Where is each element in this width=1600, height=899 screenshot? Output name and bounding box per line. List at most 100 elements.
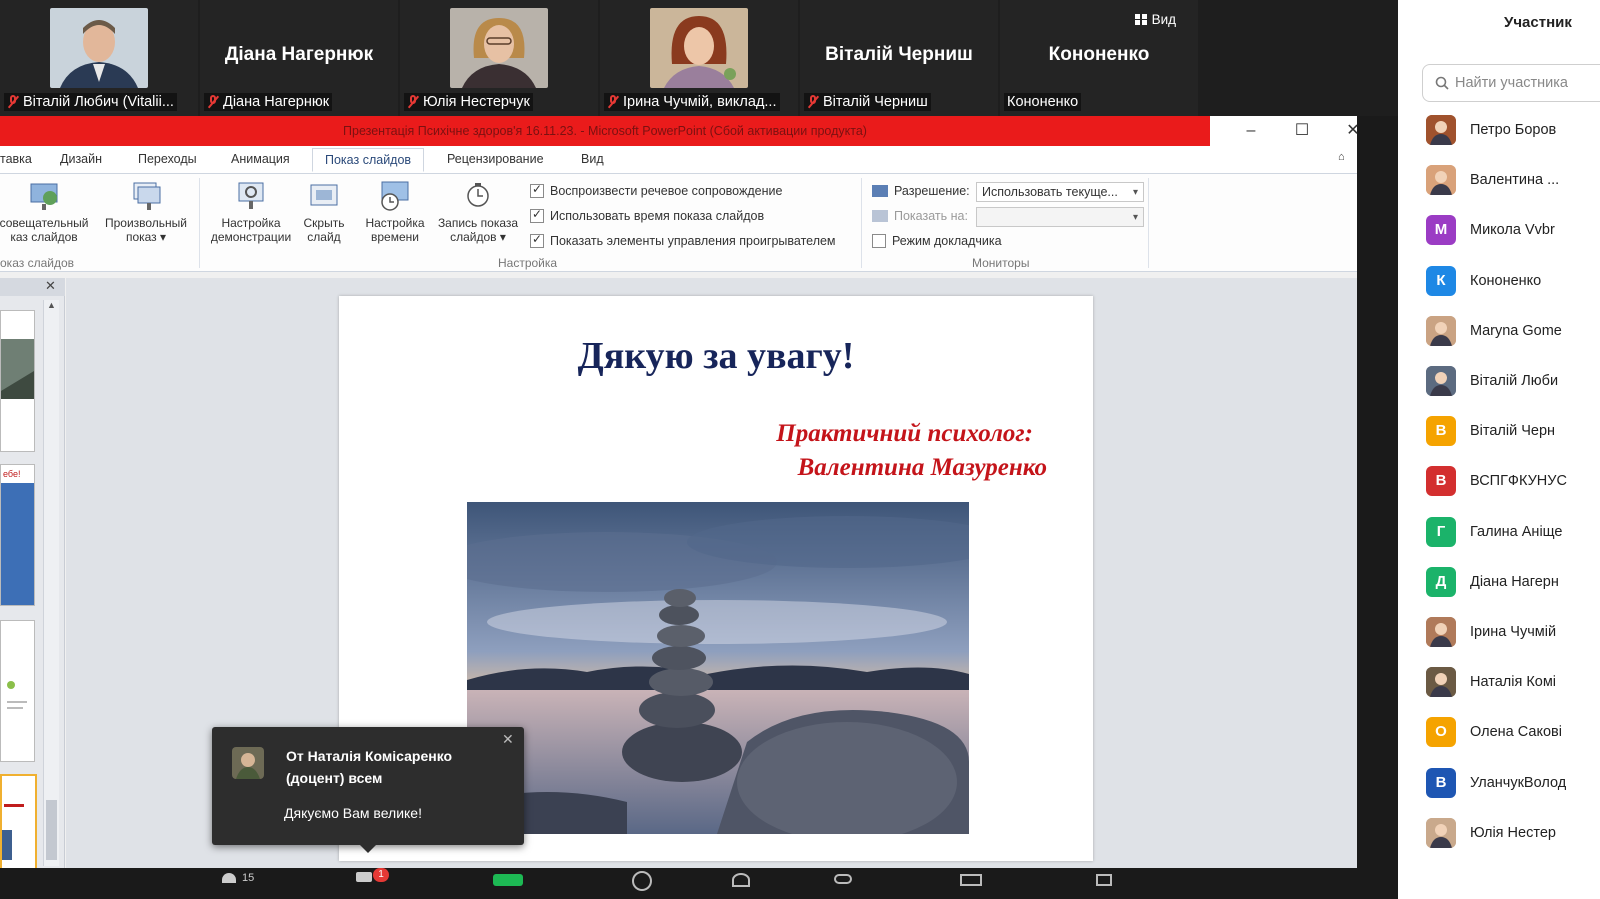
presenter-view-checkbox[interactable]: Режим докладчика: [872, 234, 1002, 248]
participant-name-label: Діана Нагернюк: [204, 93, 333, 111]
tab-animations[interactable]: Анимация: [231, 152, 290, 166]
scrollbar-thumb[interactable]: [46, 800, 57, 860]
participant-row[interactable]: Валентина ...: [1426, 164, 1559, 196]
show-on-dropdown[interactable]: [976, 207, 1144, 227]
tab-slide-show[interactable]: Показ слайдов: [312, 148, 425, 172]
button-label: Запись показа: [437, 216, 519, 230]
participant-initial-avatar: К: [1426, 266, 1456, 296]
maximize-button[interactable]: ☐: [1282, 120, 1322, 142]
slide-thumbnail[interactable]: ебе!: [0, 464, 35, 606]
video-tile[interactable]: Віталій Черниш Віталій Черниш: [800, 0, 998, 116]
participant-row[interactable]: Maryna Gome: [1426, 315, 1562, 347]
video-tile[interactable]: Ірина Чучмій, виклад...: [600, 0, 798, 116]
mic-muted-icon: [607, 95, 619, 109]
participant-row[interactable]: О Олена Сакові: [1426, 716, 1562, 748]
resolution-dropdown[interactable]: Использовать текуще...: [976, 182, 1144, 202]
participant-initial-avatar: М: [1426, 215, 1456, 245]
participant-photo-avatar: [1426, 617, 1456, 647]
mic-muted-icon: [207, 95, 219, 109]
button-label: Произвольный: [104, 216, 188, 230]
video-tile[interactable]: Юлія Нестерчук: [400, 0, 598, 116]
chat-notification[interactable]: От Наталія Комісаренко (доцент) всем Дяк…: [212, 727, 524, 853]
reactions-icon[interactable]: [732, 873, 750, 887]
participant-row[interactable]: К Кононенко: [1426, 265, 1541, 297]
mic-muted-icon: [807, 95, 819, 109]
setup-show-button[interactable]: Настройка демонстрации: [204, 180, 298, 244]
participant-name-label: Віталій Черниш: [804, 93, 931, 111]
mic-muted-icon: [7, 95, 19, 109]
participant-big-name: Діана Нагернюк: [224, 44, 374, 65]
participant-photo-avatar: [1426, 165, 1456, 195]
participant-row[interactable]: Г Галина Аніще: [1426, 516, 1563, 548]
scroll-up-icon[interactable]: ▲: [47, 300, 56, 310]
participant-search-field[interactable]: Найти участника: [1422, 64, 1600, 102]
slide-thumbnail[interactable]: [0, 620, 35, 762]
window-title: Презентація Психічне здоров'я 16.11.23. …: [0, 116, 1210, 146]
mic-muted-icon: [407, 95, 419, 109]
whiteboard-icon[interactable]: [960, 874, 982, 886]
media-controls-checkbox[interactable]: Показать элементы управления проигрывате…: [530, 232, 836, 248]
record-icon[interactable]: [632, 871, 652, 891]
checkbox-checked-icon: [530, 182, 544, 198]
ribbon-separator: [1148, 178, 1149, 268]
participant-initial-avatar: Д: [1426, 567, 1456, 597]
video-tile[interactable]: Діана Нагернюк Діана Нагернюк: [200, 0, 398, 116]
view-button[interactable]: Вид: [1134, 12, 1176, 27]
presenter-view-button[interactable]: совещательный каз слайдов: [0, 180, 94, 244]
button-label: Настройка: [365, 216, 425, 230]
rehearse-timings-button[interactable]: Настройка времени: [360, 180, 430, 244]
monitor-icon: [872, 210, 888, 222]
thumbnails-scrollbar[interactable]: ▲: [43, 300, 59, 866]
participant-big-name: Кононенко: [1048, 44, 1150, 65]
chat-icon[interactable]: [356, 872, 372, 882]
apps-icon[interactable]: [834, 874, 852, 884]
participant-name: Віталій Черн: [1470, 423, 1556, 439]
record-slide-show-button[interactable]: Запись показа слайдов ▾: [432, 180, 524, 244]
monitor-icon: [872, 185, 888, 197]
participant-row[interactable]: В ВСПГФКУНУС: [1426, 465, 1567, 497]
button-label: времени: [371, 230, 419, 244]
custom-show-button[interactable]: Произвольный показ ▾: [96, 180, 196, 244]
notes-icon[interactable]: [1096, 874, 1112, 886]
participant-row[interactable]: Юлія Нестер: [1426, 817, 1556, 849]
slide-thumbnails-pane[interactable]: ✕ ебе! ▲: [0, 278, 65, 872]
video-tile[interactable]: Віталій Любич (Vitalii...: [0, 0, 198, 116]
participant-row[interactable]: В Віталій Черн: [1426, 415, 1555, 447]
participant-row[interactable]: М Микола Vvbr: [1426, 214, 1555, 246]
slide-thumbnail[interactable]: [0, 310, 35, 452]
participant-row[interactable]: В УланчукВолод: [1426, 767, 1566, 799]
participant-row[interactable]: Віталій Люби: [1426, 365, 1558, 397]
setup-show-icon: [235, 180, 267, 212]
ribbon-separator: [861, 178, 862, 268]
slide-thumbnail-selected[interactable]: [0, 774, 37, 872]
participant-row[interactable]: Наталія Комі: [1426, 666, 1556, 698]
button-label: слайд: [307, 230, 341, 244]
tab-transitions[interactable]: Переходы: [138, 152, 197, 166]
share-screen-icon[interactable]: [493, 874, 523, 886]
participant-row[interactable]: Ірина Чучмій: [1426, 616, 1556, 648]
chat-unread-badge: 1: [373, 868, 389, 882]
close-pane-icon[interactable]: ✕: [45, 278, 56, 294]
participant-name: Діана Нагерн: [1470, 574, 1559, 590]
participants-toolbar-button[interactable]: 15: [222, 872, 254, 884]
close-button[interactable]: ✕: [1333, 120, 1373, 142]
ribbon-tabs: тавка Дизайн Переходы Анимация Показ сла…: [0, 146, 1357, 174]
hide-slide-button[interactable]: Скрыть слайд: [298, 180, 350, 244]
tab-design[interactable]: Дизайн: [60, 152, 102, 166]
participant-row[interactable]: Петро Боров: [1426, 114, 1556, 146]
narration-checkbox[interactable]: Воспроизвести речевое сопровождение: [530, 182, 782, 198]
button-label: Настройка: [221, 216, 281, 230]
group-label-monitors: Мониторы: [972, 256, 1030, 270]
use-timings-checkbox[interactable]: Использовать время показа слайдов: [530, 207, 764, 223]
close-notification-icon[interactable]: ✕: [502, 731, 514, 748]
tab-insert[interactable]: тавка: [0, 152, 32, 166]
minimize-button[interactable]: –: [1231, 120, 1271, 142]
participant-photo-avatar: [1426, 818, 1456, 848]
ribbon-collapse-icon[interactable]: ⌂: [1338, 151, 1345, 163]
participants-count: 15: [242, 872, 255, 884]
participant-name-label: Ірина Чучмій, виклад...: [604, 93, 780, 111]
tab-view[interactable]: Вид: [581, 152, 604, 166]
tab-review[interactable]: Рецензирование: [447, 152, 544, 166]
participant-row[interactable]: Д Діана Нагерн: [1426, 566, 1559, 598]
gallery-grid-icon: [1134, 14, 1147, 25]
